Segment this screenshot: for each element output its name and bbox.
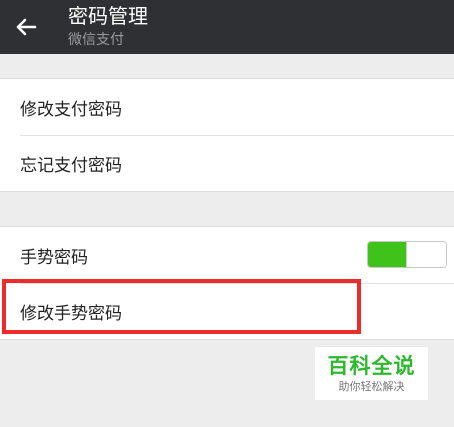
forgot-payment-password-label: 忘记支付密码 [20,155,122,176]
watermark-title: 百科全说 [327,354,416,378]
forgot-payment-password-item[interactable]: 忘记支付密码 [0,135,454,191]
back-button[interactable] [8,9,44,45]
gesture-password-label: 手势密码 [20,247,88,268]
watermark: 百科全说 助你轻松解决 [315,347,428,400]
toggle-on-fill [368,242,406,267]
gesture-password-item: 手势密码 [0,227,454,283]
toggle-knob [406,242,446,267]
payment-password-group: 修改支付密码 忘记支付密码 [0,78,454,192]
gesture-password-toggle[interactable] [367,241,447,268]
watermark-subtitle: 助你轻松解决 [338,380,405,393]
page-subtitle: 微信支付 [68,32,124,48]
title-bar: 密码管理 微信支付 [0,0,454,54]
highlight-box [2,279,361,334]
change-payment-password-item[interactable]: 修改支付密码 [0,79,454,135]
back-arrow-icon [16,18,37,36]
change-payment-password-label: 修改支付密码 [20,99,122,120]
page-title: 密码管理 [68,4,148,28]
